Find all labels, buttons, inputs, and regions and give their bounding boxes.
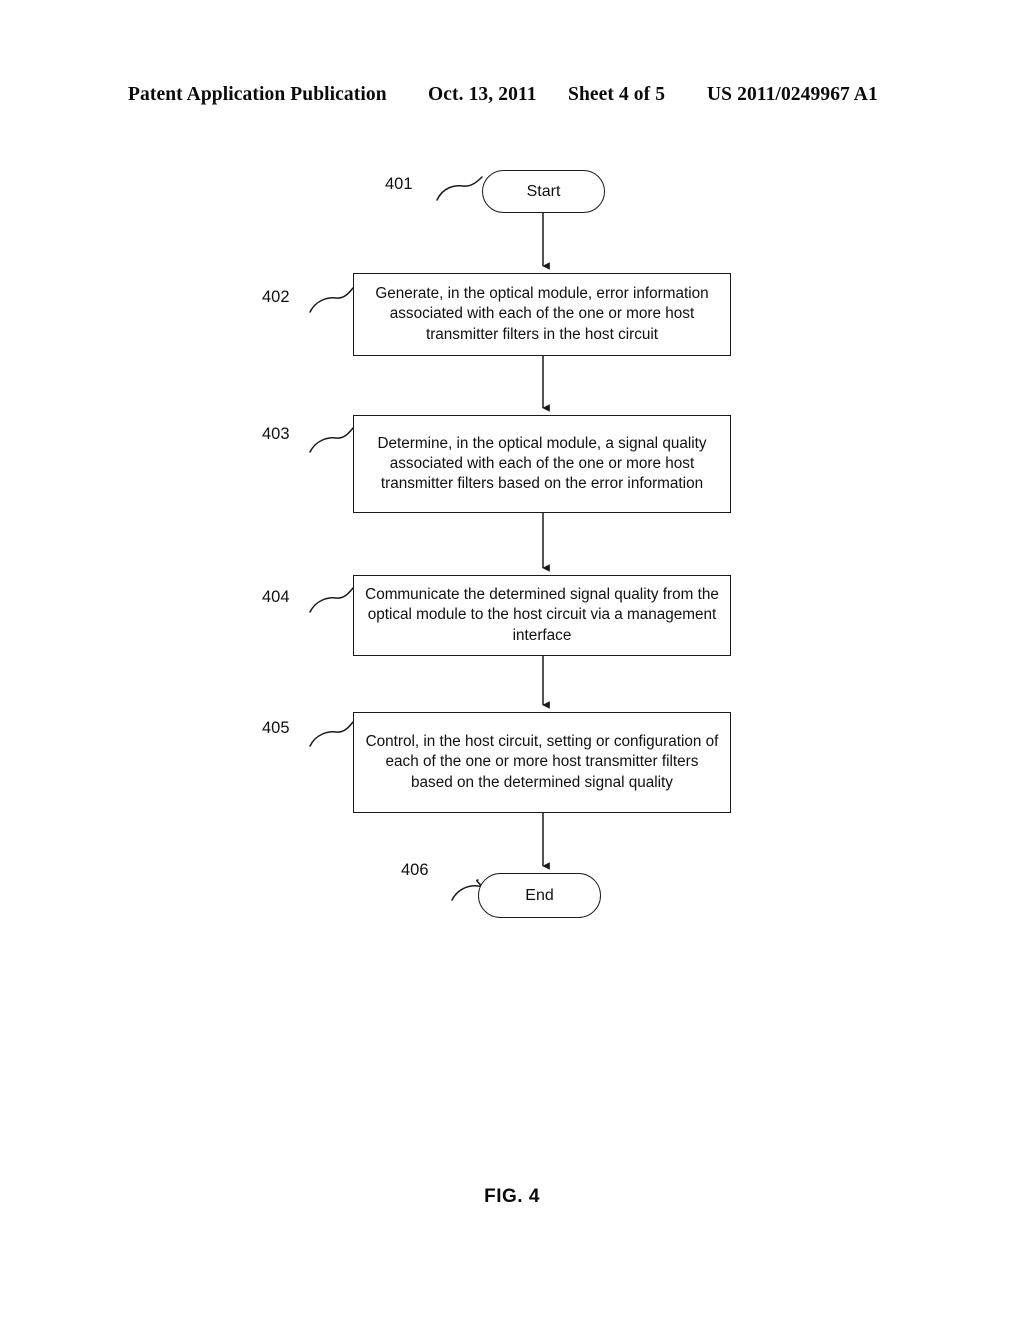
flowchart-node-403-label: Determine, in the optical module, a sign… bbox=[377, 434, 707, 493]
flowchart-node-404-label: Communicate the determined signal qualit… bbox=[365, 586, 719, 644]
header-patent-number: US 2011/0249967 A1 bbox=[707, 84, 878, 105]
header-date: Oct. 13, 2011 bbox=[428, 84, 537, 105]
leader-line-404 bbox=[309, 587, 354, 613]
leader-line-406 bbox=[451, 879, 482, 901]
reference-numeral-401: 401 bbox=[385, 175, 413, 193]
flowchart-node-405: Control, in the host circuit, setting or… bbox=[353, 712, 731, 813]
figure-caption: FIG. 4 bbox=[484, 1186, 540, 1207]
reference-numeral-405: 405 bbox=[262, 719, 290, 737]
flowchart-node-402: Generate, in the optical module, error i… bbox=[353, 273, 731, 356]
header-sheet-number: Sheet 4 of 5 bbox=[568, 84, 666, 105]
flowchart-node-end-label: End bbox=[525, 886, 554, 904]
leader-line-401 bbox=[436, 176, 483, 201]
leader-line-402 bbox=[309, 287, 354, 313]
reference-numeral-403: 403 bbox=[262, 425, 290, 443]
flowchart-node-403: Determine, in the optical module, a sign… bbox=[353, 415, 731, 513]
header-publication-title: Patent Application Publication bbox=[128, 84, 387, 105]
page-header: Patent Application Publication Oct. 13, … bbox=[0, 84, 1024, 114]
leader-line-405 bbox=[309, 721, 354, 747]
flowchart-node-start: Start bbox=[482, 170, 605, 213]
flowchart-node-end: End bbox=[478, 873, 601, 918]
leader-line-403 bbox=[309, 427, 354, 453]
reference-numeral-404: 404 bbox=[262, 588, 290, 606]
flowchart-node-405-label: Control, in the host circuit, setting or… bbox=[365, 733, 719, 791]
flowchart-node-404: Communicate the determined signal qualit… bbox=[353, 575, 731, 656]
reference-numeral-402: 402 bbox=[262, 288, 290, 306]
reference-numeral-406: 406 bbox=[401, 861, 429, 879]
flowchart-node-402-label: Generate, in the optical module, error i… bbox=[375, 285, 709, 343]
flowchart-node-start-label: Start bbox=[526, 182, 561, 200]
